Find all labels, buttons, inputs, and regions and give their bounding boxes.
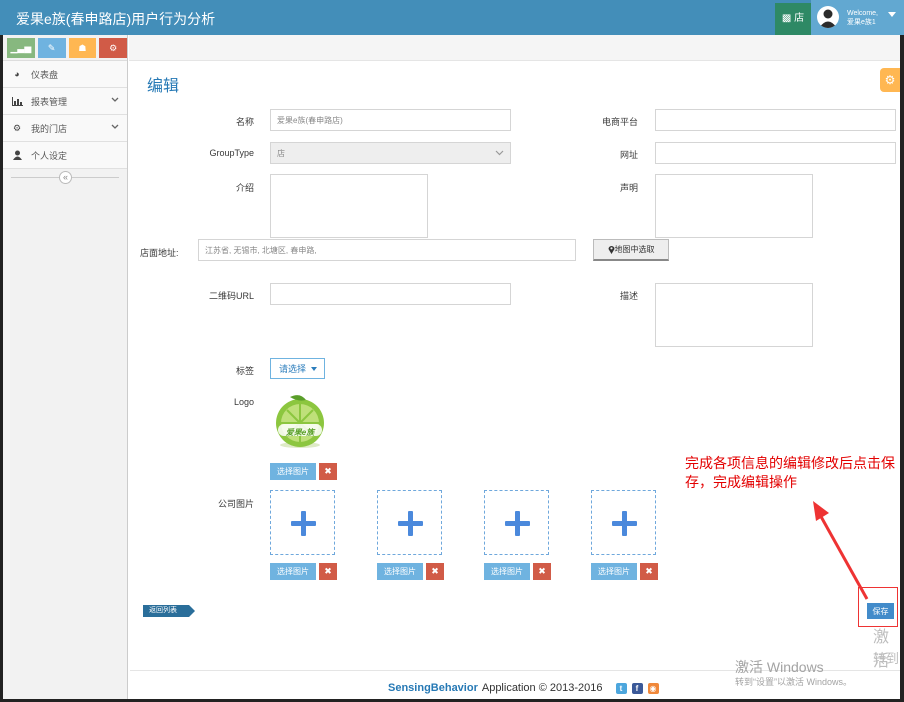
tags-select-label: 请选择 — [279, 364, 307, 374]
company-image-pick-button-1[interactable]: 选择图片 — [270, 563, 316, 580]
chevron-down-icon — [111, 124, 119, 129]
company-image-pick-button-4[interactable]: 选择图片 — [591, 563, 637, 580]
grouptype-label: GroupType — [209, 148, 254, 158]
company-image-delete-button-1[interactable]: ✖ — [319, 563, 337, 580]
logo-delete-button[interactable]: ✖ — [319, 463, 337, 480]
app-title[interactable]: 爱果e族(春申路店)用户行为分析 — [16, 9, 215, 29]
sidebar-item-label: 个人设定 — [31, 150, 68, 161]
rss-icon[interactable]: ◉ — [647, 682, 659, 694]
address-label: 店面地址: — [140, 248, 179, 258]
caret-down-icon — [888, 12, 896, 17]
company-image-upload-3[interactable] — [484, 490, 549, 555]
map-marker-icon — [608, 246, 614, 254]
logo-pick-image-button[interactable]: 选择图片 — [270, 463, 316, 480]
website-field[interactable] — [655, 142, 896, 164]
grouptype-value: 店 — [277, 148, 285, 158]
sidebar-collapse: « — [3, 169, 127, 186]
logo-image: 爱果e族 — [272, 394, 328, 450]
map-select-label: 地图中选取 — [614, 245, 655, 254]
description-label: 描述 — [619, 291, 638, 301]
annotation-text: 完成各项信息的编辑修改后点击保存，完成编辑操作 — [685, 455, 895, 490]
qrcode-label: 二维码URL — [208, 291, 254, 301]
sidebar-item-label: 仪表盘 — [31, 69, 59, 80]
twitter-icon[interactable]: t — [615, 682, 627, 694]
breadcrumb — [129, 35, 900, 61]
intro-textarea[interactable] — [270, 174, 428, 238]
activation-watermark-side-sub: 转到 — [873, 651, 900, 666]
company-image-delete-button-3[interactable]: ✖ — [533, 563, 551, 580]
statement-label: 声明 — [619, 183, 638, 193]
name-label: 名称 — [235, 117, 254, 127]
sidebar: ▁▃▅ ✎ ☗ ⚙ ◕ 仪表盘 报表管理 ⚙ 我的门店 个人设定 « — [0, 35, 128, 702]
signal-icon[interactable]: ▁▃▅ — [7, 38, 35, 58]
company-image-delete-button-4[interactable]: ✖ — [640, 563, 658, 580]
sidebar-item-label: 我的门店 — [31, 123, 68, 134]
facebook-icon[interactable]: f — [631, 682, 643, 694]
users-icon: ▩ — [781, 13, 792, 24]
footer-brand: SensingBehavior — [388, 682, 478, 694]
user-menu[interactable]: Welcome, 爱果e族1 — [811, 0, 904, 35]
store-label: 店 — [794, 13, 805, 24]
company-image-pick-button-2[interactable]: 选择图片 — [377, 563, 423, 580]
grouptype-select[interactable]: 店 — [270, 142, 511, 164]
gear-icon: ⚙ — [12, 122, 22, 133]
activation-watermark-title: 激活 Windows — [735, 659, 824, 675]
sidebar-item-dashboard[interactable]: ◕ 仪表盘 — [3, 61, 127, 88]
qrcode-field[interactable] — [270, 283, 511, 305]
address-field[interactable]: 江苏省, 无锡市, 北塘区, 春申路, — [198, 239, 576, 261]
map-select-button[interactable]: 地图中选取 — [593, 239, 669, 261]
company-images-label: 公司图片 — [217, 499, 254, 509]
name-field[interactable]: 爱果e族(春申路店) — [270, 109, 511, 131]
user-icon — [11, 150, 23, 160]
double-chevron-left-icon[interactable]: « — [59, 171, 72, 184]
sidebar-item-personal-settings[interactable]: 个人设定 — [3, 142, 127, 169]
company-image-delete-button-2[interactable]: ✖ — [426, 563, 444, 580]
sidebar-item-reports[interactable]: 报表管理 — [3, 88, 127, 115]
top-navbar: 爱果e族(春申路店)用户行为分析 ▩ 店 Welcome, 爱果e族1 — [0, 0, 904, 35]
chevron-down-icon — [111, 97, 119, 102]
pencil-icon[interactable]: ✎ — [37, 38, 66, 58]
ecommerce-label: 电商平台 — [601, 117, 638, 127]
dashboard-icon: ◕ — [14, 69, 20, 79]
group-icon[interactable]: ☗ — [68, 38, 97, 58]
activation-watermark-subtitle: 转到“设置”以激活 Windows。 — [735, 677, 853, 687]
ecommerce-field[interactable] — [655, 109, 896, 131]
chevron-down-icon — [495, 150, 504, 156]
welcome-text: Welcome, 爱果e族1 — [847, 10, 878, 26]
sidebar-shortcuts: ▁▃▅ ✎ ☗ ⚙ — [3, 35, 127, 61]
tags-label: 标签 — [235, 366, 254, 376]
sidebar-item-label: 报表管理 — [31, 96, 68, 107]
save-button[interactable]: 保存 — [867, 603, 894, 619]
avatar — [817, 6, 839, 28]
logo-label: Logo — [233, 397, 254, 407]
sidebar-item-my-stores[interactable]: ⚙ 我的门店 — [3, 115, 127, 142]
cogs-icon[interactable]: ⚙ — [99, 38, 127, 58]
settings-gear-icon[interactable]: ⚙ — [880, 68, 900, 92]
company-image-upload-1[interactable] — [270, 490, 335, 555]
page-title: 编辑 — [147, 78, 180, 95]
company-image-upload-2[interactable] — [377, 490, 442, 555]
caret-down-icon — [311, 366, 318, 371]
company-image-pick-button-3[interactable]: 选择图片 — [484, 563, 530, 580]
tags-select[interactable]: 请选择 — [270, 358, 325, 379]
company-image-upload-4[interactable] — [591, 490, 656, 555]
footer: SensingBehavior Application © 2013-2016 … — [388, 682, 659, 694]
logo-text: 爱果e族 — [285, 428, 315, 437]
description-textarea[interactable] — [655, 283, 813, 347]
back-to-list-button[interactable]: 返回列表 — [143, 605, 195, 617]
statement-textarea[interactable] — [655, 174, 813, 238]
footer-copyright: Application © 2013-2016 — [481, 682, 603, 694]
store-button[interactable]: ▩ 店 — [775, 3, 811, 35]
intro-label: 介绍 — [235, 183, 254, 193]
bar-chart-icon — [11, 96, 23, 106]
website-label: 网址 — [619, 150, 638, 160]
